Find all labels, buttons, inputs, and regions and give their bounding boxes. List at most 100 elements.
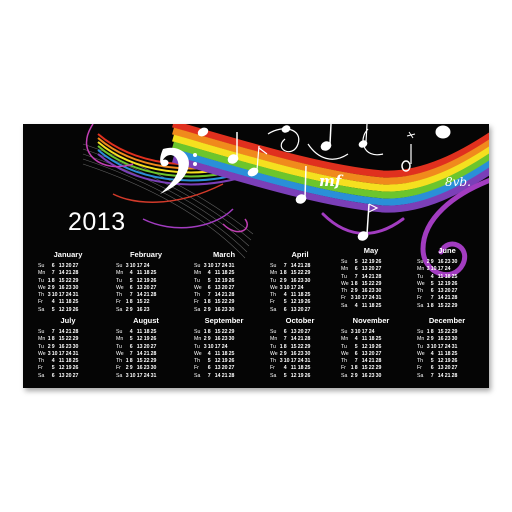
day-abbr: Sa xyxy=(341,302,348,309)
week-row: Fr 5 12 19 26 xyxy=(270,299,312,306)
week-row: Tu 5 12 19 26 xyxy=(116,278,158,285)
date-cell: 13 xyxy=(437,365,444,372)
date-cell: 10 xyxy=(51,350,58,357)
week-row: Mn 7 14 21 28 xyxy=(270,336,312,343)
week-row: Tu 7 14 21 28 xyxy=(341,274,383,281)
date-cell: 20 xyxy=(368,350,375,357)
date-cell: 8 xyxy=(129,299,133,306)
date-cell: 21 xyxy=(143,292,150,299)
date-cell: 11 xyxy=(290,365,297,372)
day-abbr: Tu xyxy=(341,273,347,280)
day-abbr: Mn xyxy=(341,266,349,273)
week-row: We 5 12 19 26 xyxy=(417,281,459,288)
day-abbr: Fr xyxy=(116,365,121,372)
date-cell: 30 xyxy=(72,343,79,350)
date-cell: 30 xyxy=(228,306,235,313)
date-cell: 20 xyxy=(65,263,72,269)
date-cell: 6 xyxy=(283,306,287,313)
date-cell: 14 xyxy=(58,329,65,335)
week-row: Su 1 8 15 22 29 xyxy=(194,329,236,336)
date-cell: 8 xyxy=(283,343,287,350)
date-cell: 30 xyxy=(150,365,157,372)
date-cell: 22 xyxy=(65,336,72,343)
day-abbr: Th xyxy=(417,358,424,365)
date-cell: 17 xyxy=(361,329,368,335)
day-abbr: Sa xyxy=(116,306,123,313)
date-cell: 20 xyxy=(143,284,150,291)
dynamic-mark: mf xyxy=(319,172,344,190)
day-abbr: Th xyxy=(194,292,201,299)
week-row: We 2 9 16 23 30 xyxy=(270,351,312,358)
date-cell: 10 xyxy=(283,358,290,365)
date-cell: 17 xyxy=(290,358,297,365)
day-abbr: Sa xyxy=(194,306,201,313)
month-june: June Su 2 9 16 23 30 Mn 3 10 17 24 Tu 4 11 18 25 We 5 12 19 2… xyxy=(417,246,477,310)
date-cell: 11 xyxy=(290,292,297,299)
date-cell: 22 xyxy=(143,299,150,306)
date-cell: 11 xyxy=(58,358,65,365)
date-cell: 9 xyxy=(207,336,211,343)
date-cell: 21 xyxy=(143,350,150,357)
date-cell: 30 xyxy=(228,336,235,343)
week-row: Su 1 8 15 22 29 xyxy=(417,329,459,336)
date-cell: 4 xyxy=(129,270,133,277)
date-cell: 21 xyxy=(444,295,451,302)
month-july: July Su 7 14 21 28 Mn 1 8 15 22 29 Tu 2 9 16 23 30 We 3 10 17… xyxy=(38,316,98,380)
date-cell: 9 xyxy=(51,284,55,291)
date-cell: 27 xyxy=(375,350,382,357)
day-abbr: Sa xyxy=(417,302,424,309)
date-cell: 27 xyxy=(72,372,79,379)
date-cell: 19 xyxy=(297,372,304,379)
date-cell: 15 xyxy=(136,358,143,365)
date-cell: 25 xyxy=(375,336,382,343)
week-row: Tu 2 9 16 23 30 xyxy=(38,344,80,351)
week-row: Fr 3 10 17 24 31 xyxy=(341,295,383,302)
week-row: We 4 11 18 25 xyxy=(194,351,236,358)
date-cell: 28 xyxy=(72,270,79,277)
date-cell: 14 xyxy=(136,350,143,357)
day-abbr: Tu xyxy=(417,273,423,280)
date-cell: 18 xyxy=(444,273,451,280)
week-row: Tu 6 13 20 27 xyxy=(116,344,158,351)
week-row: We 2 9 16 23 30 xyxy=(38,285,80,292)
day-abbr: Th xyxy=(341,358,348,365)
date-cell: 7 xyxy=(51,329,55,335)
week-row: Mn 3 10 17 24 xyxy=(417,266,459,273)
date-cell: 22 xyxy=(143,358,150,365)
date-cell: 18 xyxy=(368,336,375,343)
date-cell: 11 xyxy=(361,336,368,343)
date-cell: 5 xyxy=(354,259,358,265)
day-abbr: Su xyxy=(194,329,201,335)
day-abbr: Mn xyxy=(417,266,425,273)
week-row: Tu 2 9 16 23 30 xyxy=(270,278,312,285)
date-cell: 10 xyxy=(354,329,361,335)
day-abbr: Th xyxy=(116,358,123,365)
date-cell: 11 xyxy=(136,329,143,335)
day-abbr: Tu xyxy=(38,277,44,284)
date-cell: 4 xyxy=(207,350,211,357)
date-cell: 24 xyxy=(143,372,150,379)
date-cell: 26 xyxy=(228,358,235,365)
date-cell: 4 xyxy=(283,292,287,299)
day-abbr: We xyxy=(194,284,202,291)
day-abbr: Sa xyxy=(417,372,424,379)
date-cell: 7 xyxy=(354,358,358,365)
date-cell: 31 xyxy=(228,263,235,269)
date-cell: 17 xyxy=(290,284,297,291)
date-cell: 26 xyxy=(304,299,311,306)
date-cell: 21 xyxy=(297,336,304,343)
calendar-card: mf 8vb. 2013 January Su 6 13 20 27 Mn 7 14 21 28 Tu… xyxy=(23,124,489,388)
date-cell: 7 xyxy=(283,263,287,269)
date-cell: 23 xyxy=(221,306,228,313)
date-cell: 16 xyxy=(290,350,297,357)
date-cell: 17 xyxy=(214,343,221,350)
day-abbr: Su xyxy=(341,329,348,335)
week-row: We 1 8 15 22 29 xyxy=(341,281,383,288)
date-cell: 12 xyxy=(136,336,143,343)
week-row: Tu 5 12 19 26 xyxy=(341,344,383,351)
date-cell: 25 xyxy=(150,329,157,335)
date-cell: 17 xyxy=(136,263,143,269)
date-cell: 13 xyxy=(136,284,143,291)
date-cell: 29 xyxy=(304,270,311,277)
date-cell: 25 xyxy=(451,350,458,357)
